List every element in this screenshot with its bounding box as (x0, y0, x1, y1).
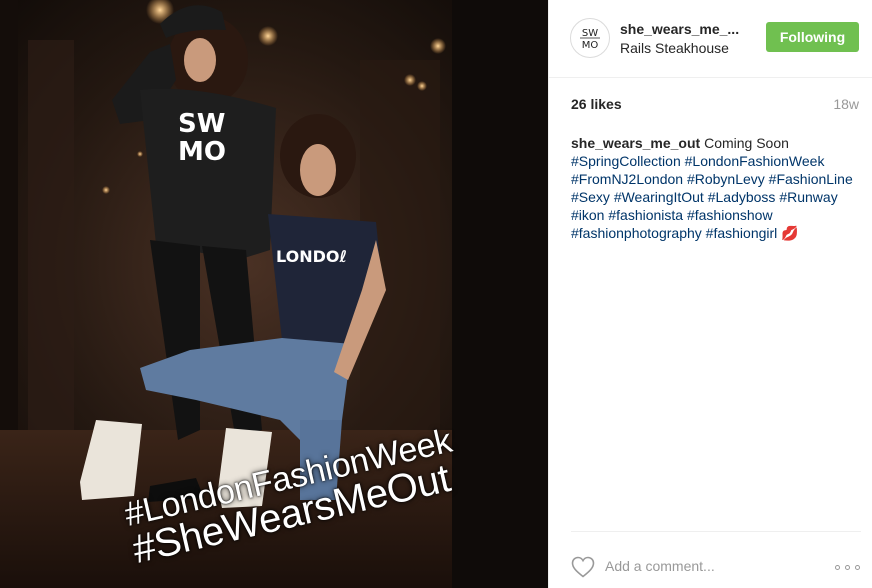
hashtag-link[interactable]: #ikon (571, 207, 604, 223)
likes-count[interactable]: 26 likes (571, 96, 622, 112)
hashtag-link[interactable]: #LondonFashionWeek (685, 153, 825, 169)
avatar-logo-icon: SW MO (580, 28, 600, 51)
heart-icon[interactable] (571, 556, 595, 578)
hashtag-link[interactable]: #fashiongirl (706, 225, 778, 241)
username-link[interactable]: she_wears_me_... (620, 20, 770, 38)
svg-text:MO: MO (582, 40, 599, 51)
hashtag-link[interactable]: #fashionshow (687, 207, 773, 223)
hashtag-link[interactable]: #WearingItOut (614, 189, 704, 205)
hashtag-link[interactable]: #fashionphotography (571, 225, 702, 241)
post-stats: 26 likes 18w (571, 96, 859, 114)
caption-username[interactable]: she_wears_me_out (571, 135, 700, 151)
svg-text:MO: MO (178, 137, 226, 167)
hashtag-link[interactable]: #fashionista (608, 207, 683, 223)
post-sidebar: SW MO she_wears_me_... Rails Steakhouse … (548, 0, 872, 588)
caption-hashtags: #SpringCollection #LondonFashionWeek #Fr… (571, 153, 853, 241)
svg-text:LONDOℓ: LONDOℓ (276, 247, 347, 266)
location-link[interactable]: Rails Steakhouse (620, 39, 770, 57)
hashtag-link[interactable]: #RobynLevy (687, 171, 765, 187)
hashtag-link[interactable]: #FashionLine (769, 171, 853, 187)
following-button[interactable]: Following (766, 22, 859, 52)
instagram-post: SW MO LONDOℓ #LondonFashionWeek #SheWear… (0, 0, 872, 588)
post-timestamp[interactable]: 18w (833, 96, 859, 112)
avatar[interactable]: SW MO (570, 18, 610, 58)
header-user-info: she_wears_me_... Rails Steakhouse (620, 20, 770, 57)
hashtag-link[interactable]: #Ladyboss (708, 189, 776, 205)
caption-text: Coming Soon (704, 135, 789, 151)
svg-text:SW: SW (178, 109, 225, 139)
comment-input[interactable] (605, 554, 805, 578)
post-caption: she_wears_me_out Coming Soon #SpringColl… (571, 134, 861, 242)
post-photo[interactable]: SW MO LONDOℓ #LondonFashionWeek #SheWear… (0, 0, 548, 588)
post-header: SW MO she_wears_me_... Rails Steakhouse … (549, 0, 872, 78)
hashtag-link[interactable]: #FromNJ2London (571, 171, 683, 187)
comment-bar (571, 531, 861, 588)
svg-text:SW: SW (582, 28, 598, 39)
more-options-icon[interactable] (835, 565, 861, 571)
hashtag-link[interactable]: #SpringCollection (571, 153, 681, 169)
kiss-emoji: 💋 (781, 225, 799, 241)
hashtag-link[interactable]: #Sexy (571, 189, 610, 205)
hashtag-link[interactable]: #Runway (779, 189, 837, 205)
